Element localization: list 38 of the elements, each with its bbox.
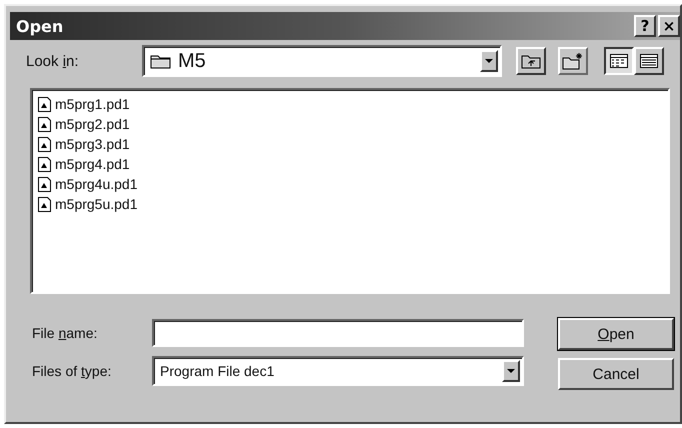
close-button[interactable]: × — [658, 15, 680, 37]
file-icon — [38, 96, 51, 112]
open-button[interactable]: Open — [558, 318, 674, 350]
file-list-item[interactable]: m5prg5u.pd1 — [38, 194, 138, 214]
look-in-label: Look in: — [26, 52, 80, 70]
file-icon — [38, 136, 51, 152]
file-name: m5prg4.pd1 — [55, 156, 130, 172]
file-name-label: File name: — [32, 325, 98, 341]
file-icon — [38, 196, 51, 212]
file-list-item[interactable]: m5prg3.pd1 — [38, 134, 130, 154]
file-list-item[interactable]: m5prg2.pd1 — [38, 114, 130, 134]
file-name: m5prg4u.pd1 — [55, 176, 138, 192]
details-view-button[interactable] — [634, 47, 664, 75]
file-name: m5prg3.pd1 — [55, 136, 130, 152]
file-name: m5prg5u.pd1 — [55, 196, 138, 212]
new-folder-button[interactable] — [558, 47, 588, 75]
file-name-field[interactable] — [152, 319, 524, 347]
file-list-item[interactable]: m5prg4u.pd1 — [38, 174, 138, 194]
file-icon — [38, 156, 51, 172]
file-name: m5prg2.pd1 — [55, 116, 130, 132]
look-in-value: M5 — [178, 50, 207, 72]
file-icon — [38, 176, 51, 192]
file-name: m5prg1.pd1 — [55, 96, 130, 112]
file-icon — [38, 116, 51, 132]
list-view-button[interactable] — [604, 47, 634, 75]
folder-up-icon — [521, 53, 541, 69]
file-list-item[interactable]: m5prg4.pd1 — [38, 154, 130, 174]
help-button[interactable]: ? — [634, 15, 656, 37]
look-in-dropdown[interactable]: M5 — [142, 45, 502, 77]
file-type-label: Files of type: — [32, 363, 112, 379]
up-folder-button[interactable] — [516, 47, 546, 75]
window-title: Open — [16, 16, 64, 36]
folder-icon — [150, 53, 172, 69]
details-view-icon — [640, 54, 658, 68]
cancel-button[interactable]: Cancel — [558, 358, 674, 390]
list-view-icon — [610, 54, 628, 68]
file-type-dropdown[interactable]: Program File dec1 — [152, 356, 524, 386]
file-list-item[interactable]: m5prg1.pd1 — [38, 94, 130, 114]
